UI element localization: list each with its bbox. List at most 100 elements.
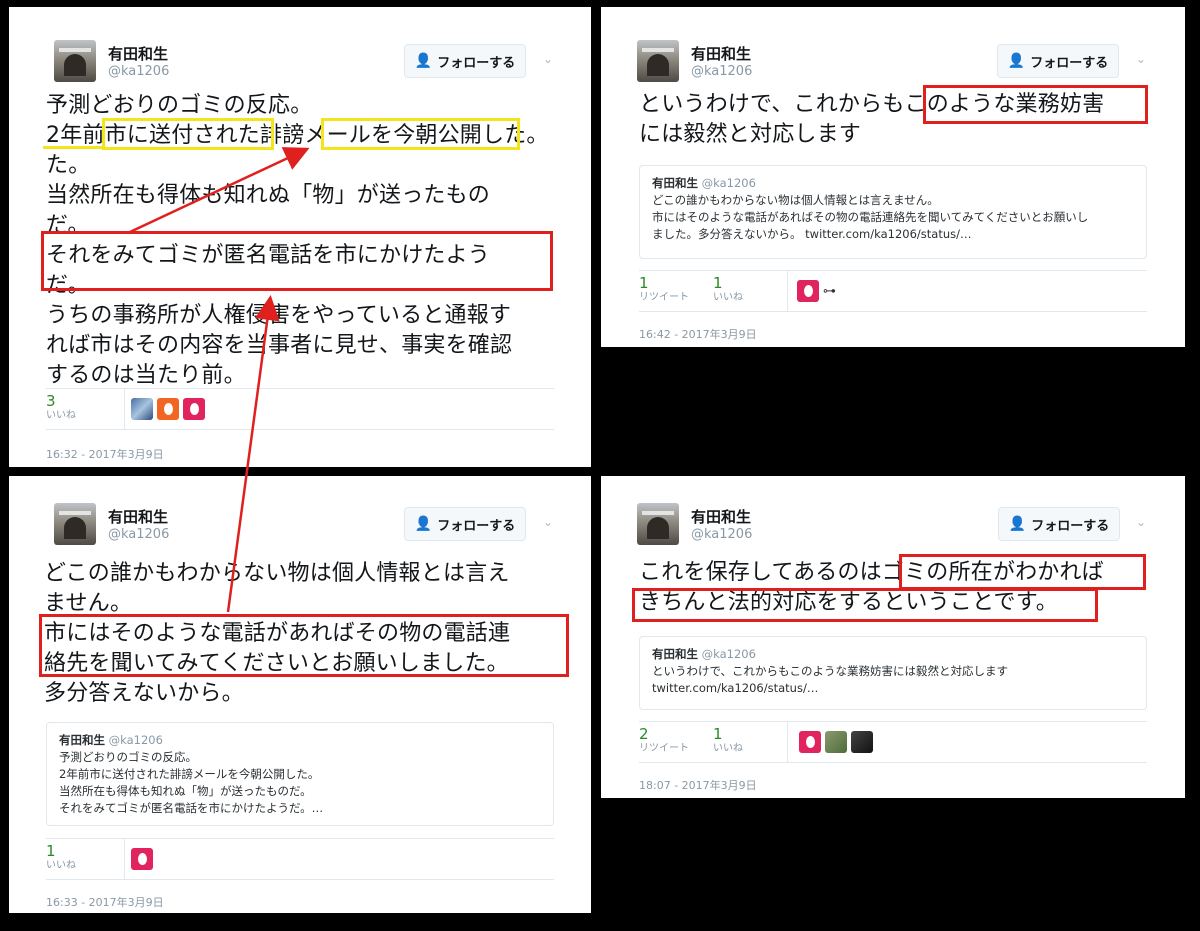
quoted-tweet[interactable]: 有田和生 @ka1206 予測どおりのゴミの反応。 2年前市に送付された誹謗メー…	[46, 722, 554, 826]
quoted-line: というわけで、これからもこのような業務妨害には毅然と対応します	[652, 664, 1009, 678]
tweet-timestamp[interactable]: 18:07 - 2017年3月9日	[639, 777, 757, 793]
quoted-tweet[interactable]: 有田和生 @ka1206 どこの誰かもわからない物は個人情報とは言えません。 市…	[639, 165, 1147, 259]
person-plus-icon: 👤	[1008, 516, 1027, 532]
liker-avatar[interactable]	[157, 398, 179, 420]
egg-avatar-icon	[805, 736, 815, 748]
red-highlight-box	[41, 231, 553, 291]
author-name[interactable]: 有田和生	[108, 506, 168, 527]
chevron-down-icon[interactable]: ⌄	[1136, 52, 1146, 66]
quoted-line: どこの誰かもわからない物は個人情報とは言えません。	[652, 193, 939, 207]
retweets-stat[interactable]: 2 リツイート	[639, 726, 689, 755]
follow-label: フォローする	[1030, 55, 1109, 71]
liker-avatars	[131, 398, 205, 420]
likes-stat[interactable]: 1 いいね	[713, 275, 743, 304]
liker-avatar[interactable]	[825, 731, 847, 753]
author-avatar[interactable]	[54, 40, 96, 82]
tweet-stats: 1 リツイート 1 いいね ⊶	[639, 270, 1147, 312]
person-plus-icon: 👤	[1007, 53, 1026, 69]
quoted-handle: @ka1206	[701, 176, 756, 190]
retweets-stat[interactable]: 1 リツイート	[639, 275, 689, 304]
tweet-stats: 1 いいね	[46, 838, 554, 880]
quoted-handle: @ka1206	[108, 733, 163, 747]
retweets-count: 2	[639, 725, 649, 743]
follow-button[interactable]: 👤 フォローする	[997, 44, 1119, 78]
follow-label: フォローする	[437, 55, 516, 71]
likes-stat[interactable]: 1 いいね	[713, 726, 743, 755]
tweet-card-4: 有田和生 @ka1206 👤 フォローする ⌄ これを保存してあるのはゴミの所在…	[601, 476, 1185, 798]
tweet-timestamp[interactable]: 16:42 - 2017年3月9日	[639, 326, 757, 342]
quoted-author: 有田和生	[59, 733, 105, 747]
chevron-down-icon[interactable]: ⌄	[543, 52, 553, 66]
follow-label: フォローする	[1031, 518, 1110, 534]
likes-count: 1	[713, 725, 723, 743]
chevron-down-icon[interactable]: ⌄	[1136, 515, 1146, 529]
stats-divider	[787, 271, 788, 311]
tweet-timestamp[interactable]: 16:32 - 2017年3月9日	[46, 446, 164, 462]
red-highlight-box	[39, 614, 569, 677]
tweet-line: 当然所在も得体も知れぬ「物」が送ったもの	[46, 183, 491, 208]
red-highlight-box	[899, 554, 1146, 590]
likes-stat[interactable]: 1 いいね	[46, 843, 76, 872]
person-plus-icon: 👤	[414, 516, 433, 532]
author-name[interactable]: 有田和生	[691, 506, 751, 527]
quoted-author: 有田和生	[652, 176, 698, 190]
liker-avatar[interactable]	[131, 398, 153, 420]
stats-divider	[787, 722, 788, 762]
quoted-line: 市にはそのような電話があればその物の電話連絡先を聞いてみてくださいとお願いし	[652, 210, 1089, 224]
author-avatar[interactable]	[54, 503, 96, 545]
red-highlight-box	[923, 85, 1148, 124]
likes-label: いいね	[46, 860, 76, 871]
red-highlight-box	[632, 588, 1098, 622]
author-handle[interactable]: @ka1206	[108, 527, 169, 542]
author-avatar[interactable]	[637, 503, 679, 545]
tweet-line: 多分答えないから。	[44, 681, 244, 706]
tweet-line: うちの事務所が人権侵害をやっていると通報す	[46, 303, 512, 328]
liker-avatar[interactable]	[797, 280, 819, 302]
yellow-highlight-box	[321, 118, 520, 150]
quoted-line: 予測どおりのゴミの反応。	[59, 750, 197, 764]
follow-button[interactable]: 👤 フォローする	[404, 44, 526, 78]
retweets-count: 1	[639, 274, 649, 292]
retweets-label: リツイート	[639, 292, 689, 303]
quoted-author: 有田和生	[652, 647, 698, 661]
liker-avatar[interactable]	[183, 398, 205, 420]
retweets-label: リツイート	[639, 743, 689, 754]
author-handle[interactable]: @ka1206	[691, 64, 752, 79]
likes-label: いいね	[713, 743, 743, 754]
liker-avatars	[799, 731, 873, 753]
tweet-stats: 3 いいね	[46, 388, 554, 430]
tweet-line: するのは当たり前。	[46, 363, 246, 388]
egg-avatar-icon	[163, 403, 173, 415]
author-name[interactable]: 有田和生	[691, 43, 751, 64]
quoted-handle: @ka1206	[701, 647, 756, 661]
follow-button[interactable]: 👤 フォローする	[998, 507, 1120, 541]
stats-divider	[124, 389, 125, 429]
quoted-tweet[interactable]: 有田和生 @ka1206 というわけで、これからもこのような業務妨害には毅然と対…	[639, 636, 1147, 710]
likes-label: いいね	[713, 292, 743, 303]
tweet-line: れば市はその内容を当事者に見せ、事実を確認	[46, 333, 513, 358]
likes-stat[interactable]: 3 いいね	[46, 393, 76, 422]
quoted-line: twitter.com/ka1206/status/…	[652, 681, 819, 695]
tweet-line: た。	[46, 153, 91, 178]
tweet-card-2: 有田和生 @ka1206 👤 フォローする ⌄ というわけで、これからもこのよう…	[601, 7, 1185, 347]
author-handle[interactable]: @ka1206	[691, 527, 752, 542]
key-icon[interactable]: ⊶	[823, 280, 845, 302]
quoted-line: 当然所在も得体も知れぬ「物」が送ったものだ。	[59, 784, 312, 798]
tweet-line: 予測どおりのゴミの反応。	[46, 93, 313, 118]
liker-avatar[interactable]	[851, 731, 873, 753]
tweet-stats: 2 リツイート 1 いいね	[639, 721, 1147, 763]
egg-avatar-icon	[803, 285, 813, 297]
likes-label: いいね	[46, 410, 76, 421]
egg-avatar-icon	[189, 403, 199, 415]
liker-avatars	[131, 848, 153, 870]
likes-count: 1	[713, 274, 723, 292]
author-avatar[interactable]	[637, 40, 679, 82]
author-handle[interactable]: @ka1206	[108, 64, 169, 79]
tweet-timestamp[interactable]: 16:33 - 2017年3月9日	[46, 894, 164, 910]
liker-avatar[interactable]	[131, 848, 153, 870]
follow-button[interactable]: 👤 フォローする	[404, 507, 526, 541]
tweet-card-3: 有田和生 @ka1206 👤 フォローする ⌄ どこの誰かもわからない物は個人情…	[9, 476, 591, 913]
author-name[interactable]: 有田和生	[108, 43, 168, 64]
liker-avatar[interactable]	[799, 731, 821, 753]
chevron-down-icon[interactable]: ⌄	[543, 515, 553, 529]
